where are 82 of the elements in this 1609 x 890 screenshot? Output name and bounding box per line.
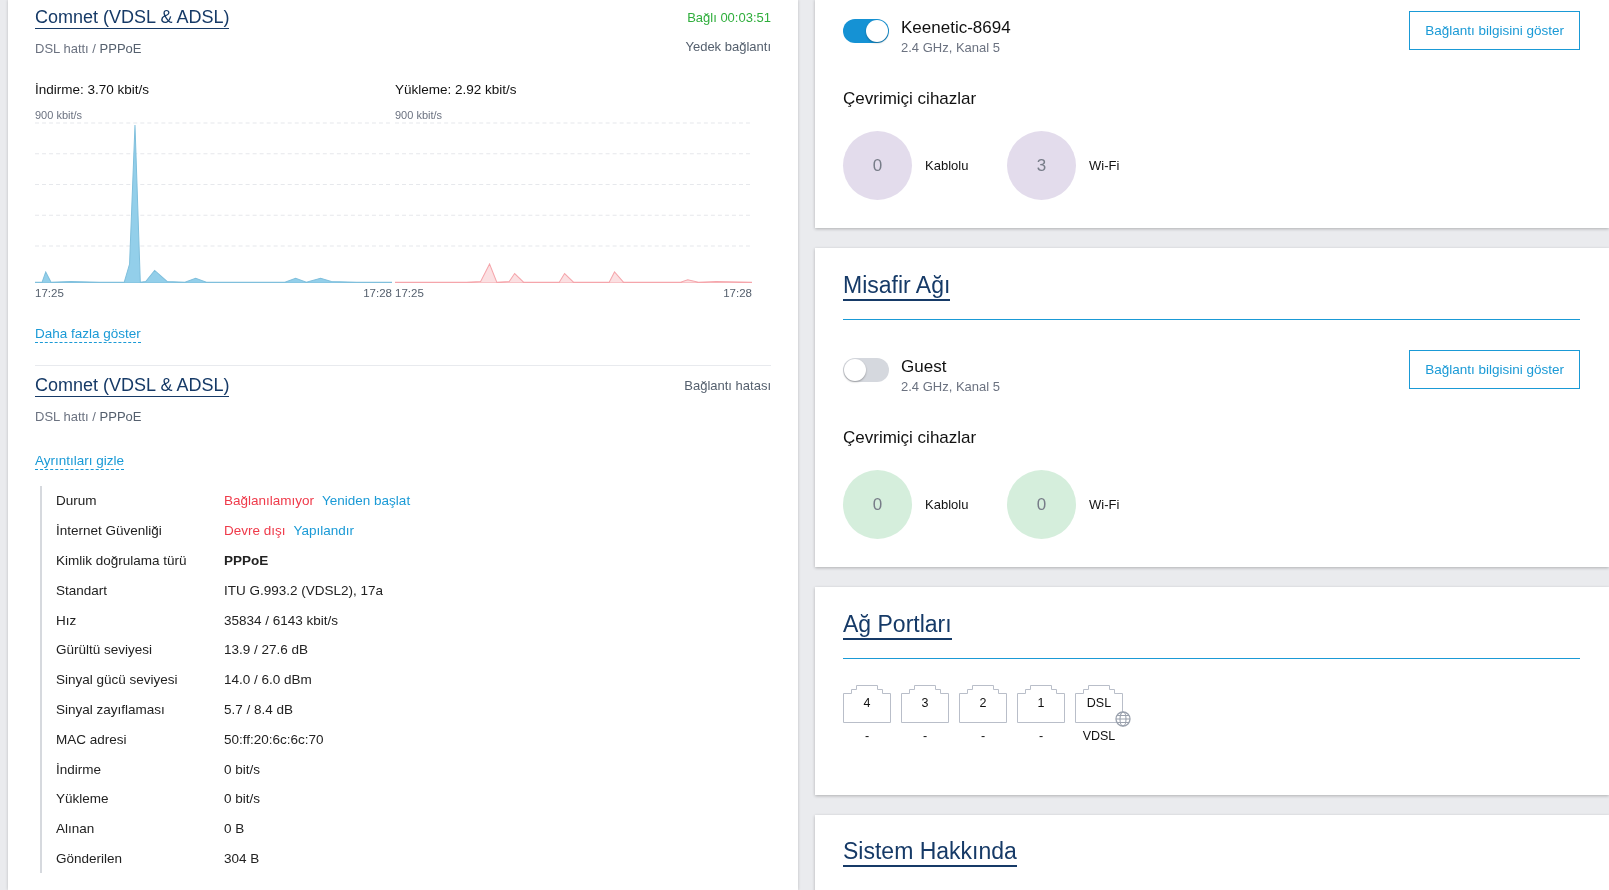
detail-label: Yükleme: [56, 791, 110, 807]
device-type-label: Kablolu: [925, 158, 969, 173]
time-label: 17:25: [35, 287, 64, 299]
wifi-toggle[interactable]: [843, 358, 889, 382]
ethernet-port-icon: [901, 685, 949, 723]
detail-value: 0 bit/s: [224, 761, 261, 777]
ethernet-port-icon: [1075, 685, 1123, 723]
device-count[interactable]: 0: [1007, 470, 1076, 539]
detail-value: ITU G.993.2 (VDSL2), 17a: [224, 582, 384, 598]
port-label: 4: [862, 696, 872, 710]
devices-heading: Çevrimiçi cihazlar: [843, 428, 978, 448]
detail-label: MAC adresi: [56, 731, 128, 747]
time-label: 17:25: [395, 287, 424, 299]
detail-status: Devre dışı: [224, 523, 286, 539]
connection-status: Bağlantı hatası: [684, 378, 771, 393]
detail-value: 13.9 / 27.6 dB: [224, 642, 309, 658]
device-type-label: Kablolu: [925, 497, 969, 512]
time-label: 17:28: [363, 287, 392, 299]
detail-value: 0 bit/s: [224, 791, 261, 807]
connection-info-button[interactable]: Bağlantı bilgisini göster: [1409, 350, 1580, 389]
device-type-label: Wi-Fi: [1089, 497, 1120, 512]
detail-value: 14.0 / 6.0 dBm: [224, 672, 312, 688]
toggle-details-link[interactable]: Ayrıntıları gizle: [35, 452, 125, 470]
detail-label: Standart: [56, 582, 109, 598]
detail-value: 0 B: [224, 821, 245, 837]
detail-label: Kimlik doğrulama türü: [56, 553, 188, 568]
detail-label: İnternet Güvenliği: [56, 523, 163, 539]
connection-type: DSL hattı / PPPoE: [35, 409, 143, 424]
wifi-toggle[interactable]: [843, 19, 889, 43]
traffic-rate-label: İndirme: 3.70 kbit/s: [35, 82, 151, 97]
device-type-label: Wi-Fi: [1089, 158, 1120, 173]
time-label: 17:28: [723, 287, 752, 299]
globe-icon: [1115, 711, 1131, 727]
detail-value: PPPoE: [224, 553, 269, 568]
card-title-link[interactable]: Ağ Portları: [843, 611, 952, 640]
frequency-channel-label: 2.4 GHz, Kanal 5: [901, 40, 1001, 55]
port-status: -: [1038, 729, 1044, 743]
detail-label: Alınan: [56, 821, 96, 837]
detail-label: Gönderilen: [56, 850, 124, 866]
detail-label: Sinyal zayıflaması: [56, 701, 166, 717]
connection-title-link[interactable]: Comnet (VDSL & ADSL): [35, 374, 230, 397]
card-title-link[interactable]: Sistem Hakkında: [843, 838, 1017, 867]
device-count[interactable]: 0: [843, 131, 912, 200]
frequency-channel-label: 2.4 GHz, Kanal 5: [901, 379, 1000, 394]
traffic-rate-label: Yükleme: 2.92 kbit/s: [395, 82, 518, 97]
detail-label: Durum: [56, 493, 98, 509]
port-status: -: [922, 729, 928, 743]
detail-label: İndirme: [56, 761, 102, 777]
scale-label: 900 kbit/s: [35, 109, 84, 121]
scale-label: 900 kbit/s: [395, 109, 444, 121]
device-count[interactable]: 0: [843, 470, 912, 539]
card-title-link[interactable]: Misafir Ağı: [843, 272, 951, 301]
connection-type: DSL hattı / PPPoE: [35, 41, 143, 56]
port-label: 3: [920, 696, 930, 710]
network-name: Guest: [901, 357, 948, 377]
connection-info-button[interactable]: Bağlantı bilgisini göster: [1409, 11, 1580, 50]
detail-label: Gürültü seviyesi: [56, 642, 154, 658]
devices-heading: Çevrimiçi cihazlar: [843, 89, 978, 109]
ethernet-port-icon: [843, 685, 891, 723]
network-name: Keenetic-8694: [901, 18, 1011, 38]
port-label: 2: [978, 696, 988, 710]
port-status: -: [980, 729, 986, 743]
detail-value: 304 B: [224, 850, 260, 866]
detail-status: Bağlanılamıyor: [224, 493, 315, 509]
detail-label: Hız: [56, 612, 78, 628]
detail-label: Sinyal gücü seviyesi: [56, 672, 179, 688]
port-status: VDSL: [1082, 729, 1116, 743]
detail-value: 35834 / 6143 kbit/s: [224, 612, 339, 628]
toggle-details-link[interactable]: Daha fazla göster: [35, 325, 141, 343]
connection-title-link[interactable]: Comnet (VDSL & ADSL): [35, 6, 230, 29]
detail-action-link[interactable]: Yeniden başlat: [322, 493, 411, 509]
ethernet-port-icon: [1017, 685, 1065, 723]
detail-value: 5.7 / 8.4 dB: [224, 701, 294, 717]
port-status: -: [864, 729, 870, 743]
detail-action-link[interactable]: Yapılandır: [293, 523, 355, 539]
device-count[interactable]: 3: [1007, 131, 1076, 200]
connection-status: Bağlı 00:03:51: [687, 10, 771, 25]
connection-role: Yedek bağlantı: [685, 39, 771, 54]
ethernet-port-icon: [959, 685, 1007, 723]
detail-value: 50:ff:20:6c:6c:70: [224, 731, 324, 747]
port-label: 1: [1036, 696, 1046, 710]
port-label: DSL: [1085, 696, 1113, 710]
